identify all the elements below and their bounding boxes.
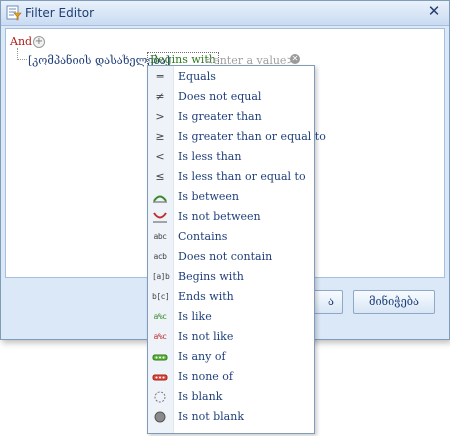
menu-item-is-greater-or-equal[interactable]: ≥ Is greater than or equal to — [148, 127, 325, 147]
menu-item-label: Is greater than or equal to — [178, 130, 326, 143]
menu-item-label: Begins with — [178, 270, 244, 283]
contains-icon: abc — [153, 232, 167, 241]
group-operator[interactable]: And — [10, 35, 32, 48]
menu-item-equals[interactable]: ═ Equals — [148, 67, 314, 87]
menu-item-label: Does not equal — [178, 90, 262, 103]
does-not-contain-icon: acb — [153, 252, 167, 261]
close-icon[interactable]: ✕ — [427, 4, 441, 19]
less-or-equal-icon: ≤ — [155, 170, 165, 183]
menu-item-label: Is not between — [178, 210, 261, 223]
window-title: Filter Editor — [25, 6, 95, 20]
menu-item-contains[interactable]: abc Contains — [148, 227, 314, 247]
menu-item-label: Contains — [178, 230, 228, 243]
menu-item-label: Is none of — [178, 370, 233, 383]
not-equal-icon: ≠ — [155, 90, 165, 103]
tree-line — [17, 59, 27, 60]
equals-icon: ═ — [156, 70, 164, 83]
menu-item-is-not-blank[interactable]: Is not blank — [148, 407, 314, 427]
menu-item-is-any-of[interactable]: Is any of — [148, 347, 314, 367]
remove-condition-icon[interactable]: ✕ — [290, 54, 300, 64]
menu-item-label: Is like — [178, 310, 212, 323]
menu-item-is-none-of[interactable]: Is none of — [148, 367, 314, 387]
filter-editor-icon — [6, 5, 22, 21]
menu-item-begins-with[interactable]: [a]b Begins with — [148, 267, 314, 287]
menu-item-is-blank[interactable]: Is blank — [148, 387, 314, 407]
menu-item-label: Is blank — [178, 390, 223, 403]
blank-icon — [154, 391, 166, 403]
less-than-icon: < — [155, 150, 165, 163]
none-of-icon — [152, 374, 168, 381]
ends-with-icon: b[c] — [152, 292, 170, 301]
menu-item-is-not-like[interactable]: a%c Is not like — [148, 327, 314, 347]
menu-item-label: Is between — [178, 190, 239, 203]
not-blank-icon — [154, 411, 166, 423]
menu-item-label: Is not blank — [178, 410, 244, 423]
menu-item-ends-with[interactable]: b[c] Ends with — [148, 287, 314, 307]
menu-item-label: Is less than — [178, 150, 242, 163]
ok-button-label: ა — [328, 295, 334, 308]
menu-item-is-not-between[interactable]: Is not between — [148, 207, 314, 227]
menu-item-label: Ends with — [178, 290, 234, 303]
menu-item-label: Is any of — [178, 350, 226, 363]
menu-item-label: Is not like — [178, 330, 234, 343]
menu-item-is-less-than[interactable]: < Is less than — [148, 147, 314, 167]
menu-item-does-not-contain[interactable]: acb Does not contain — [148, 247, 314, 267]
menu-item-is-less-or-equal[interactable]: ≤ Is less than or equal to — [148, 167, 314, 187]
menu-item-is-between[interactable]: Is between — [148, 187, 314, 207]
menu-item-label: Does not contain — [178, 250, 273, 263]
menu-item-label: Equals — [178, 70, 216, 83]
greater-or-equal-icon: ≥ — [155, 130, 165, 143]
greater-than-icon: > — [155, 110, 165, 123]
menu-item-is-like[interactable]: a%c Is like — [148, 307, 314, 327]
any-of-icon — [152, 354, 168, 361]
title-bar[interactable]: Filter Editor ✕ — [1, 1, 449, 26]
menu-item-does-not-equal[interactable]: ≠ Does not equal — [148, 87, 314, 107]
is-like-icon: a%c — [153, 312, 167, 321]
menu-item-label: Is greater than — [178, 110, 262, 123]
begins-with-icon: [a]b — [152, 272, 170, 281]
menu-item-label: Is less than or equal to — [178, 170, 306, 183]
apply-button[interactable]: მინიჭება — [353, 290, 435, 314]
between-icon — [153, 195, 167, 203]
add-condition-icon[interactable]: + — [33, 36, 45, 48]
is-not-like-icon: a%c — [153, 332, 167, 341]
operator-dropdown-menu[interactable]: ═ Equals ≠ Does not equal > Is greater t… — [147, 65, 326, 434]
menu-item-is-greater-than[interactable]: > Is greater than — [148, 107, 314, 127]
not-between-icon — [153, 212, 167, 223]
